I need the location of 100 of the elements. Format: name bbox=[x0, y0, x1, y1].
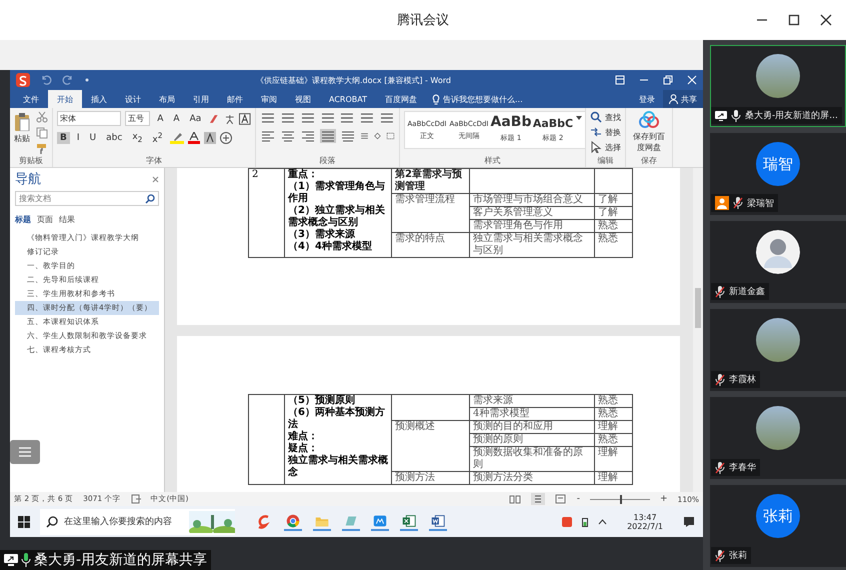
table-cell: 需求来源 bbox=[470, 394, 594, 408]
nav-tab[interactable]: 标题 bbox=[15, 214, 31, 225]
name-label: 梁瑞智 bbox=[711, 194, 778, 212]
battery-icon[interactable] bbox=[582, 516, 588, 526]
alignment-button[interactable] bbox=[320, 129, 336, 143]
editing-button[interactable]: 替换 bbox=[590, 126, 621, 138]
participant-tile[interactable]: 张莉 张莉 bbox=[710, 485, 846, 567]
copy-icon[interactable] bbox=[36, 127, 48, 139]
scrollbar[interactable] bbox=[693, 168, 703, 492]
font-format-button[interactable]: A bbox=[170, 112, 183, 124]
cloud-meeting-icon[interactable] bbox=[371, 512, 389, 530]
ribbon-tab[interactable]: ACROBAT bbox=[320, 90, 376, 108]
word-processor-icon[interactable] bbox=[429, 512, 447, 530]
ribbon-display-icon[interactable] bbox=[615, 75, 625, 85]
table-cell: 需求管理角色与作用 bbox=[470, 220, 594, 232]
ribbon-tab[interactable]: 审阅 bbox=[252, 90, 286, 108]
participant-tile[interactable]: 桑大勇-用友新道的屏... bbox=[710, 45, 846, 127]
table-cell: 需求的特点 bbox=[392, 232, 470, 258]
ribbon-tab[interactable]: 邮件 bbox=[218, 90, 252, 108]
paste-button[interactable]: 粘贴 bbox=[14, 111, 30, 155]
nav-tab[interactable]: 结果 bbox=[59, 214, 75, 225]
shading-icon[interactable] bbox=[204, 132, 216, 144]
chevron-up-icon[interactable] bbox=[598, 518, 608, 524]
font-format-button[interactable]: U bbox=[86, 132, 100, 144]
print-layout-icon bbox=[532, 494, 543, 504]
ribbon-tab[interactable]: 引用 bbox=[184, 90, 218, 108]
participant-tile[interactable]: 新道金鑫 bbox=[710, 221, 846, 303]
nav-tab[interactable]: 页面 bbox=[37, 214, 53, 225]
key-point-text: （5）预测原则 bbox=[288, 395, 356, 406]
editing-button[interactable]: 查找 bbox=[590, 111, 621, 123]
name-label: 李霞林 bbox=[711, 371, 760, 388]
name-label: 张莉 bbox=[711, 547, 751, 564]
alignment-button[interactable] bbox=[300, 129, 316, 143]
redo-icon[interactable] bbox=[62, 74, 74, 86]
read-mode-icon[interactable] bbox=[508, 494, 521, 504]
more-styles-icon[interactable] bbox=[575, 114, 583, 122]
alignment-button[interactable] bbox=[280, 129, 296, 143]
maximize-icon[interactable] bbox=[788, 14, 800, 26]
highlighter-icon[interactable] bbox=[170, 132, 184, 144]
style-sample[interactable]: AaBbC bbox=[532, 114, 574, 130]
participant-tile[interactable]: 李霞林 bbox=[710, 309, 846, 391]
search-icon[interactable] bbox=[145, 194, 155, 204]
group-label: 保存 bbox=[640, 155, 658, 167]
zoom-in-button[interactable]: + bbox=[660, 494, 668, 504]
ribbon-tab[interactable]: 插入 bbox=[82, 90, 116, 108]
sign-in-link[interactable]: 登录 bbox=[631, 90, 663, 108]
list-button[interactable] bbox=[10, 440, 40, 464]
close-icon[interactable] bbox=[820, 14, 832, 26]
ribbon-tab[interactable]: 视图 bbox=[286, 90, 320, 108]
font-size-field[interactable]: 五号 bbox=[124, 111, 150, 126]
character-border-icon[interactable] bbox=[239, 112, 251, 124]
print-layout-button[interactable] bbox=[530, 493, 545, 505]
ribbon-tab[interactable]: 文件 bbox=[14, 90, 48, 108]
font-name-field[interactable]: 宋体 bbox=[57, 111, 121, 126]
notification-icon[interactable] bbox=[683, 516, 695, 528]
font-format-button[interactable]: x$_{2}$ bbox=[129, 131, 146, 145]
taskbar-search-field[interactable]: 在这里输入你要搜索的内容 bbox=[40, 508, 235, 534]
save-to-cloud-button[interactable]: 保存到百度网盘 bbox=[630, 111, 668, 155]
ribbon-tab[interactable]: 开始 bbox=[48, 90, 82, 108]
tray-app-icon[interactable] bbox=[562, 516, 572, 526]
clear-formatting-icon[interactable] bbox=[208, 112, 220, 124]
customize-icon[interactable] bbox=[84, 77, 90, 83]
format-painter-icon[interactable] bbox=[36, 143, 48, 155]
photo-placeholder bbox=[756, 318, 800, 362]
spreadsheet-icon[interactable] bbox=[400, 512, 418, 530]
table-cell: 预测概述 bbox=[392, 420, 470, 472]
search-icon bbox=[590, 111, 602, 123]
alignment-button[interactable] bbox=[260, 129, 276, 143]
ribbon-tab[interactable]: 百度网盘 bbox=[376, 90, 426, 108]
participant-tile[interactable]: 瑞智 梁瑞智 bbox=[710, 133, 846, 215]
alignment-button[interactable] bbox=[340, 129, 356, 143]
key-point-text: （1）需求管理角色与作用 bbox=[288, 181, 386, 204]
zoom-out-button[interactable]: - bbox=[576, 494, 580, 504]
tell-me-field[interactable]: 告诉我您想要做什么... bbox=[443, 94, 523, 104]
landscape-illustration bbox=[189, 510, 235, 532]
undo-icon[interactable] bbox=[40, 74, 52, 86]
font-color-icon[interactable] bbox=[188, 132, 200, 144]
font-format-button[interactable]: abc bbox=[103, 132, 126, 144]
font-format-button[interactable]: B bbox=[57, 132, 70, 144]
font-format-button[interactable]: A bbox=[154, 112, 166, 124]
font-format-button[interactable]: Aa bbox=[186, 112, 204, 124]
restore-icon[interactable] bbox=[663, 75, 673, 85]
web-layout-icon[interactable] bbox=[554, 494, 567, 504]
style-sample[interactable]: AaBb bbox=[490, 114, 532, 130]
font-format-button[interactable]: x$^{2}$ bbox=[149, 130, 166, 146]
ribbon-tab[interactable]: 设计 bbox=[116, 90, 150, 108]
scissors-icon[interactable] bbox=[36, 111, 48, 123]
share-button[interactable]: 共享 bbox=[663, 90, 703, 108]
search-field[interactable]: 搜索文档 bbox=[15, 191, 159, 206]
pinyin-icon[interactable] bbox=[224, 112, 236, 124]
enclose-character-icon[interactable] bbox=[220, 132, 232, 144]
proofing-icon[interactable] bbox=[130, 494, 141, 504]
windows-logo-icon[interactable] bbox=[18, 516, 30, 528]
logo-icon[interactable] bbox=[16, 73, 30, 87]
chrome-icon[interactable] bbox=[284, 512, 302, 530]
font-format-button[interactable]: I bbox=[74, 132, 83, 144]
editing-button[interactable]: 选择 bbox=[590, 141, 621, 153]
participant-tile[interactable]: 李春华 bbox=[710, 397, 846, 479]
ribbon-tab[interactable]: 布局 bbox=[150, 90, 184, 108]
table-cell: 客户关系管理意义 bbox=[470, 206, 594, 220]
